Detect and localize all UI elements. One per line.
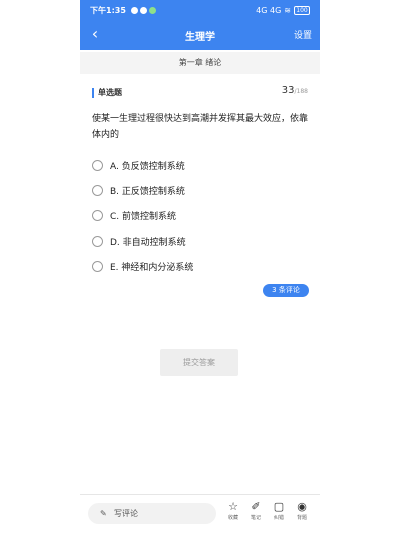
status-bar: 下午1:35 4G 4G ≋ 100 (90, 3, 310, 17)
question-type-label: 单选题 (98, 88, 122, 97)
comment-input[interactable]: ✎ 写评论 (88, 503, 216, 524)
radio-icon[interactable] (92, 159, 103, 171)
note-icon: ✐ (251, 500, 261, 513)
favorite-button[interactable]: ☆ 收藏 (222, 500, 244, 521)
question-counter: 33/188 (282, 85, 308, 96)
comment-placeholder: 写评论 (114, 509, 138, 518)
notification-icon (139, 6, 147, 14)
question-meta: 单选题 33/188 (90, 85, 310, 99)
right-blank-area (320, 0, 400, 533)
signal-icon: 4G 4G (256, 5, 282, 15)
option-e[interactable]: E. 神经和内分泌系统 (92, 258, 292, 274)
action-label: 笔记 (250, 515, 261, 521)
submit-answer-button[interactable]: 提交答案 (160, 349, 238, 376)
page-title: 生理学 (185, 32, 215, 43)
view-answer-button[interactable]: ◉ 背题 (291, 500, 313, 521)
question-total: /188 (294, 88, 308, 95)
app-notification-icon (148, 6, 156, 14)
report-button[interactable]: ▢ 纠错 (268, 500, 290, 521)
pen-icon: ✎ (100, 509, 107, 518)
eye-icon: ◉ (297, 500, 307, 513)
action-label: 收藏 (227, 515, 238, 521)
app-header: ‹ 生理学 设置 (80, 22, 320, 48)
question-text: 使某一生理过程很快达到高潮并发挥其最大效应，依靠体内的 (92, 114, 309, 140)
report-icon: ▢ (273, 500, 285, 513)
action-label: 纠错 (273, 515, 284, 521)
option-b[interactable]: B. 正反馈控制系统 (92, 182, 292, 198)
chapter-title: 第一章 绪论 (80, 52, 320, 74)
option-a[interactable]: A. 负反馈控制系统 (92, 157, 292, 173)
star-icon: ☆ (228, 500, 238, 513)
option-label: E. 神经和内分泌系统 (110, 262, 194, 273)
status-time: 下午1:35 (90, 5, 126, 15)
option-label: A. 负反馈控制系统 (110, 161, 185, 172)
left-blank-area (0, 0, 80, 533)
action-label: 背题 (296, 515, 307, 521)
settings-button[interactable]: 设置 (294, 28, 312, 41)
battery-icon: 100 (294, 5, 310, 15)
option-d[interactable]: D. 非自动控制系统 (92, 233, 292, 249)
bottom-toolbar: ✎ 写评论 ☆ 收藏 ✐ 笔记 ▢ 纠错 ◉ 背题 (80, 494, 320, 533)
option-label: C. 前馈控制系统 (110, 211, 177, 222)
question-type-marker (92, 88, 94, 98)
radio-icon[interactable] (92, 260, 103, 272)
option-c[interactable]: C. 前馈控制系统 (92, 207, 292, 223)
note-button[interactable]: ✐ 笔记 (245, 500, 267, 521)
radio-icon[interactable] (92, 235, 103, 247)
app-topbar: 下午1:35 4G 4G ≋ 100 ‹ 生理学 设置 (80, 0, 320, 50)
wifi-icon: ≋ (284, 5, 291, 15)
comments-badge[interactable]: 3 条评论 (263, 284, 309, 297)
radio-icon[interactable] (92, 209, 103, 221)
question-current: 33 (281, 85, 295, 96)
status-right: 4G 4G ≋ 100 (256, 5, 310, 15)
option-label: B. 正反馈控制系统 (110, 186, 185, 197)
alarm-icon (130, 6, 138, 14)
radio-icon[interactable] (92, 184, 103, 196)
option-label: D. 非自动控制系统 (110, 237, 186, 248)
phone-screen: 下午1:35 4G 4G ≋ 100 ‹ 生理学 设置 第一章 绪论 单选题 3… (80, 0, 320, 533)
